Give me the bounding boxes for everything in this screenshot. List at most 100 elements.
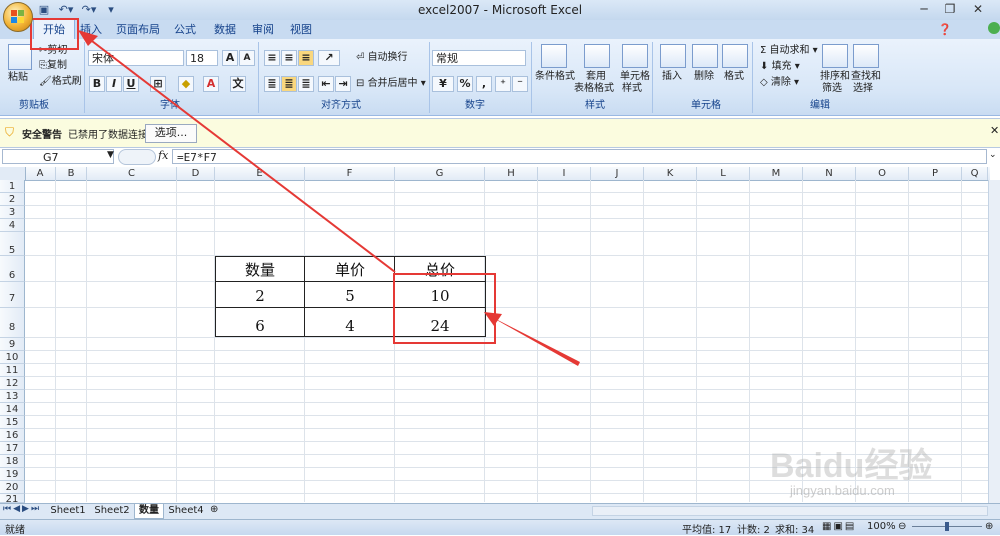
column-header-g[interactable]: G [395,167,485,180]
column-header-h[interactable]: H [485,167,538,180]
autosum-button[interactable]: Σ 自动求和 ▾ [760,45,818,57]
name-box-dropdown-icon[interactable]: ▼ [107,150,114,160]
zoom-in-icon[interactable]: ⊕ [985,521,993,532]
paste-icon[interactable] [8,44,32,70]
cell-g8[interactable]: 24 [395,317,485,335]
tab-view[interactable]: 视图 [286,20,316,39]
cut-button[interactable]: ✂剪切 [39,45,67,57]
align-right-icon[interactable]: ≣ [298,76,314,92]
view-buttons-icon[interactable]: ▦▣▤ [822,521,856,532]
currency-icon[interactable]: ¥ [432,76,454,92]
format-cells-label[interactable]: 格式 [724,71,744,83]
minimize-button[interactable]: ─ [912,1,936,18]
expand-formula-icon[interactable]: ⌄ [989,150,997,160]
wrap-text-button[interactable]: ⏎ 自动换行 [356,52,408,64]
comma-button[interactable]: , [476,76,492,92]
tab-review[interactable]: 审阅 [248,20,278,39]
vertical-scrollbar[interactable] [988,180,1000,503]
row-header[interactable]: 10 [0,351,25,364]
fill-color-icon[interactable]: ◆ [178,76,194,92]
row-header[interactable]: 20 [0,481,25,494]
number-format-select[interactable]: 常规 [432,50,526,66]
expand-handle[interactable] [118,149,156,165]
delete-cells-label[interactable]: 删除 [694,71,714,83]
cell-e8[interactable]: 6 [215,317,305,335]
format-table-icon[interactable] [584,44,610,68]
copy-button[interactable]: ⎘复制 [39,60,67,72]
row-header[interactable]: 2 [0,193,25,206]
cell-styles-icon[interactable] [622,44,648,68]
cell-f8[interactable]: 4 [305,317,395,335]
orientation-icon[interactable]: ↗ [318,50,340,66]
row-header[interactable]: 15 [0,416,25,429]
column-header-a[interactable]: A [25,167,56,180]
sort-filter-icon[interactable] [822,44,848,68]
sheet-tab-active[interactable]: 数量 [134,504,164,519]
row-header[interactable]: 19 [0,468,25,481]
row-header[interactable]: 11 [0,364,25,377]
insert-cells-label[interactable]: 插入 [662,71,682,83]
horizontal-scrollbar[interactable] [592,506,988,516]
row-header[interactable]: 7 [0,282,25,308]
align-left-icon[interactable]: ≣ [264,76,280,92]
row-header[interactable]: 18 [0,455,25,468]
font-name-select[interactable]: 宋体 [88,50,184,66]
find-select-icon[interactable] [853,44,879,68]
row-header[interactable]: 13 [0,390,25,403]
sheet-tab[interactable]: Sheet4 [166,504,206,518]
row-header[interactable]: 1 [0,180,25,193]
cell-styles-label1[interactable]: 单元格 [620,71,650,83]
grow-font-button[interactable]: A [222,50,238,66]
tab-home[interactable]: 开始 [33,19,75,40]
align-bottom-icon[interactable]: ≡ [298,50,314,66]
row-header[interactable]: 14 [0,403,25,416]
column-header-l[interactable]: L [697,167,750,180]
decrease-decimal-icon[interactable]: ⁻ [512,76,528,92]
insert-cells-icon[interactable] [660,44,686,68]
italic-button[interactable]: I [106,76,122,92]
merge-center-button[interactable]: ⊟ 合并后居中 ▾ [356,78,426,90]
paste-label[interactable]: 粘贴 [8,72,28,84]
name-box[interactable]: G7 [2,149,114,164]
row-header[interactable]: 4 [0,219,25,232]
conditional-format-icon[interactable] [541,44,567,68]
sheet-tab[interactable]: Sheet1 [48,504,88,518]
row-header[interactable]: 12 [0,377,25,390]
borders-icon[interactable]: ⊞ [150,76,166,92]
security-options-button[interactable]: 选项... [145,124,197,143]
zoom-slider-thumb[interactable] [945,522,949,531]
column-header-o[interactable]: O [856,167,909,180]
zoom-out-icon[interactable]: ⊖ [898,521,906,532]
find-select-label2[interactable]: 选择 [853,83,873,95]
column-header-p[interactable]: P [909,167,962,180]
align-center-icon[interactable]: ≣ [281,76,297,92]
column-header-i[interactable]: I [538,167,591,180]
cell-g7[interactable]: 10 [395,287,485,305]
insert-sheet-icon[interactable]: ⊕ [210,504,218,515]
phonetic-icon[interactable]: 文 [230,76,246,92]
row-header[interactable]: 9 [0,338,25,351]
fill-button[interactable]: ⬇ 填充 ▾ [760,61,800,73]
increase-indent-icon[interactable]: ⇥ [335,76,351,92]
row-header[interactable]: 21 [0,494,25,503]
column-header-e[interactable]: E [215,167,305,180]
sheet-nav-icon[interactable]: ⏮◀▶⏭ [3,504,41,514]
insert-function-button[interactable]: fx [158,149,168,162]
row-header[interactable]: 17 [0,442,25,455]
cell-e6[interactable]: 数量 [215,259,305,280]
select-all-button[interactable] [0,167,26,181]
column-header-m[interactable]: M [750,167,803,180]
conditional-format-label[interactable]: 条件格式 [535,71,575,83]
sort-filter-label2[interactable]: 筛选 [822,83,842,95]
formula-input[interactable]: =E7*F7 [172,149,987,164]
restore-button[interactable]: ❐ [938,1,962,18]
delete-cells-icon[interactable] [692,44,718,68]
shrink-font-button[interactable]: A [239,50,255,66]
format-table-label2[interactable]: 表格格式 [574,83,614,95]
cell-f7[interactable]: 5 [305,287,395,305]
zoom-level[interactable]: 100% [867,521,896,532]
format-cells-icon[interactable] [722,44,748,68]
sheet-tab[interactable]: Sheet2 [92,504,132,518]
close-security-icon[interactable]: ✕ [990,124,999,137]
cell-styles-label2[interactable]: 样式 [622,83,642,95]
